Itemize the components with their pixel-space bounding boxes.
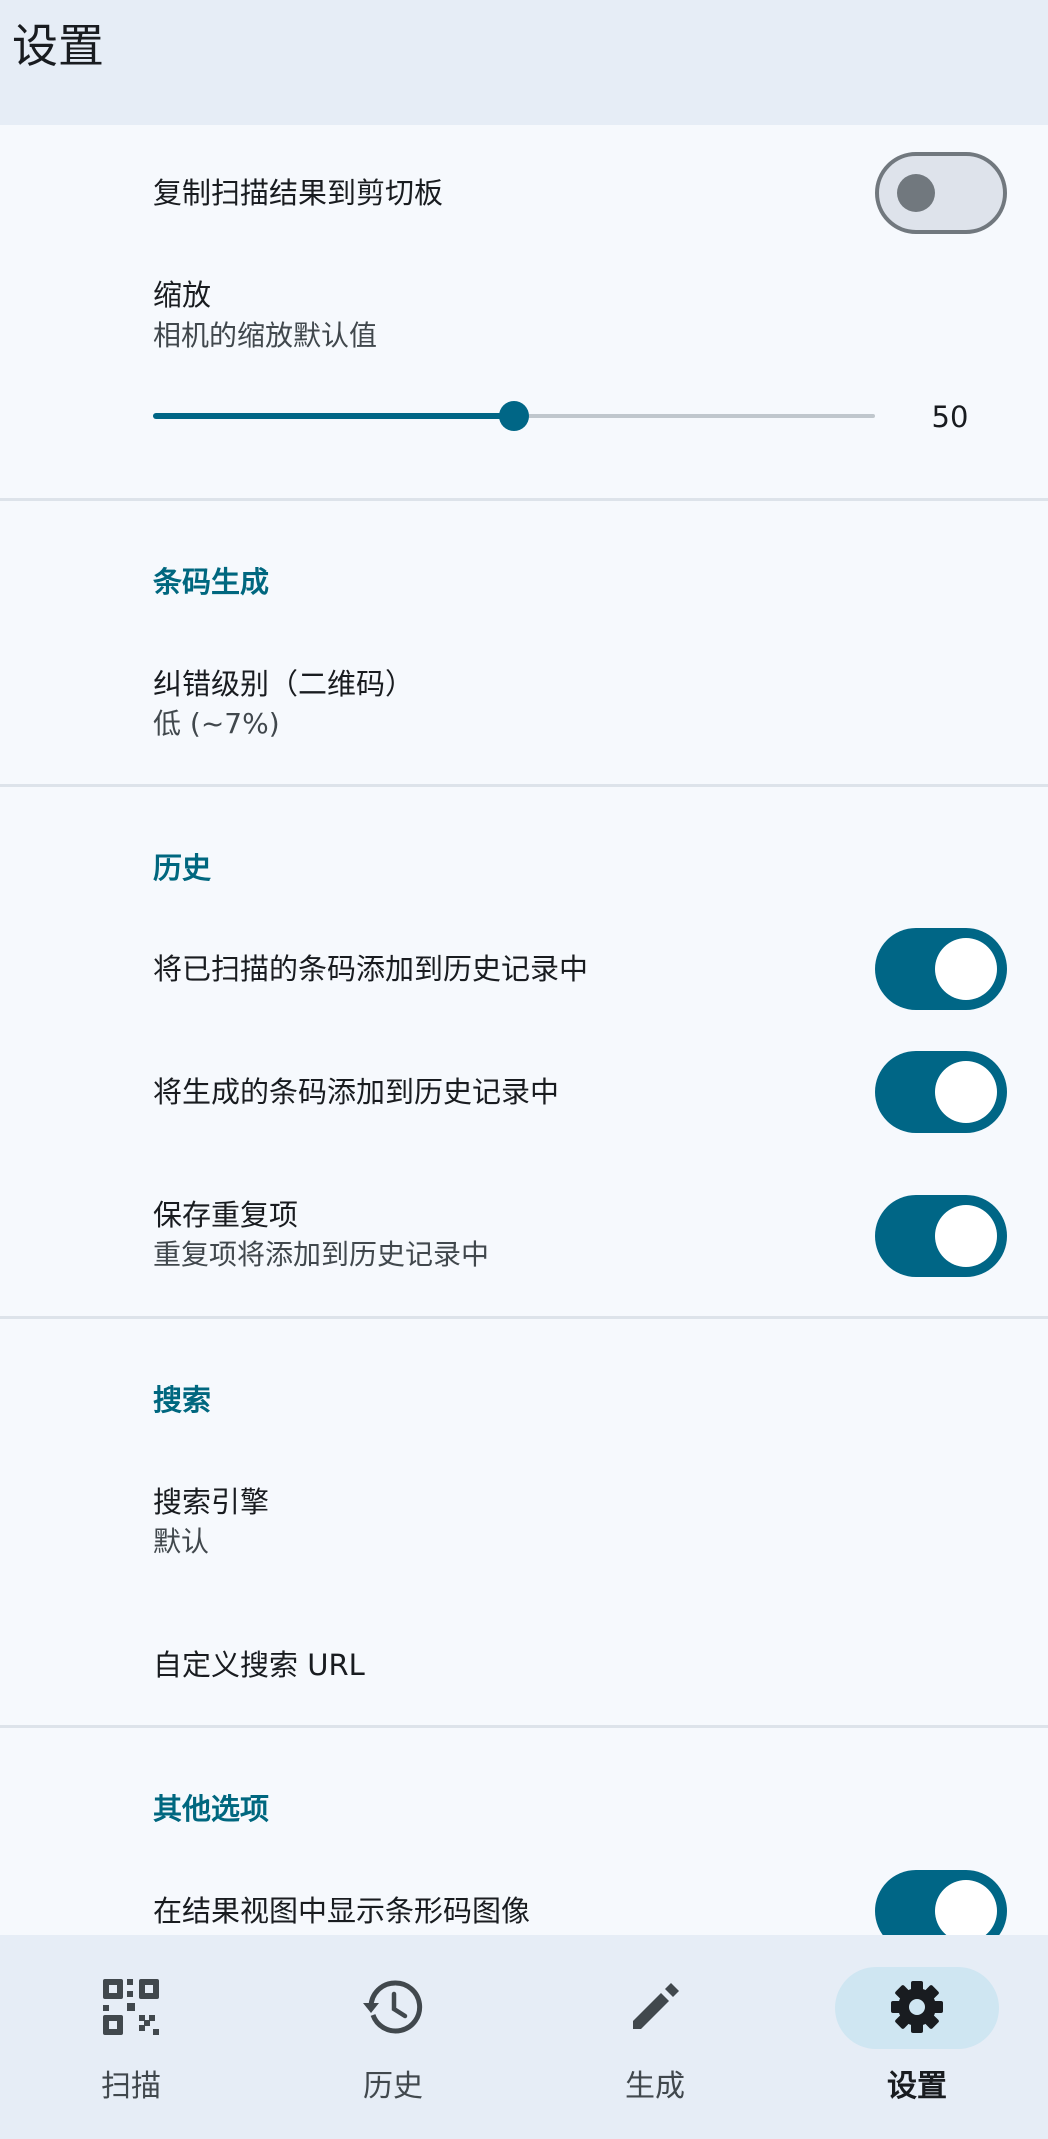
copy-to-clipboard-label: 复制扫描结果到剪切板 <box>153 176 444 210</box>
switch-knob <box>897 174 935 212</box>
add-generated-to-history-switch[interactable] <box>875 1051 1007 1133</box>
section-divider <box>0 1725 1048 1728</box>
nav-label-scan: 扫描 <box>101 2069 161 2104</box>
gear-icon <box>887 1977 947 2037</box>
section-header-other-options: 其他选项 <box>153 1792 270 1826</box>
nav-label-history: 历史 <box>363 2069 423 2104</box>
custom-search-url-item[interactable]: 自定义搜索 URL <box>153 1645 365 1685</box>
history-icon <box>363 1977 423 2037</box>
show-barcode-image-switch[interactable] <box>875 1870 1007 1935</box>
section-header-history: 历史 <box>153 851 212 885</box>
zoom-title: 缩放 <box>153 278 212 312</box>
save-duplicates-switch[interactable] <box>875 1195 1007 1277</box>
switch-knob <box>935 938 997 1000</box>
save-duplicates-title: 保存重复项 <box>153 1198 299 1232</box>
qr-scan-icon <box>101 1977 161 2037</box>
nav-item-history[interactable]: 历史 <box>262 1935 524 2139</box>
search-engine-title: 搜索引擎 <box>153 1485 270 1519</box>
nav-label-generate: 生成 <box>625 2069 685 2104</box>
search-engine-subtitle: 默认 <box>153 1525 210 1558</box>
nav-item-generate[interactable]: 生成 <box>524 1935 786 2139</box>
zoom-slider-thumb[interactable] <box>499 401 529 431</box>
zoom-value: 50 <box>931 400 969 434</box>
section-divider <box>0 498 1048 501</box>
nav-label-settings: 设置 <box>887 2069 947 2104</box>
page-title: 设置 <box>12 19 104 73</box>
add-generated-to-history-label: 将生成的条码添加到历史记录中 <box>153 1075 560 1109</box>
switch-knob <box>935 1061 997 1123</box>
save-duplicates-subtitle: 重复项将添加到历史记录中 <box>153 1238 490 1271</box>
copy-to-clipboard-switch[interactable] <box>875 152 1007 234</box>
pencil-icon <box>625 1977 685 2037</box>
nav-item-settings[interactable]: 设置 <box>786 1935 1048 2139</box>
add-scanned-to-history-switch[interactable] <box>875 928 1007 1010</box>
section-divider <box>0 784 1048 787</box>
section-header-search: 搜索 <box>153 1383 212 1417</box>
settings-list[interactable]: 复制扫描结果到剪切板 缩放 相机的缩放默认值 50 条码生成 纠错级别（二维码）… <box>0 125 1048 1935</box>
add-scanned-to-history-label: 将已扫描的条码添加到历史记录中 <box>153 952 589 986</box>
show-barcode-image-label: 在结果视图中显示条形码图像 <box>153 1894 531 1928</box>
nav-item-scan[interactable]: 扫描 <box>0 1935 262 2139</box>
switch-knob <box>935 1205 997 1267</box>
bottom-navigation-bar: 扫描 历史 生成 设置 <box>0 1935 1048 2139</box>
top-app-bar: 设置 <box>0 0 1048 125</box>
error-correction-title: 纠错级别（二维码） <box>153 667 415 701</box>
section-header-barcode-generation: 条码生成 <box>153 565 270 599</box>
zoom-subtitle: 相机的缩放默认值 <box>153 319 378 352</box>
zoom-slider-fill <box>153 413 514 419</box>
section-divider <box>0 1316 1048 1319</box>
switch-knob <box>935 1880 997 1935</box>
error-correction-subtitle: 低 (~7%) <box>153 707 280 740</box>
